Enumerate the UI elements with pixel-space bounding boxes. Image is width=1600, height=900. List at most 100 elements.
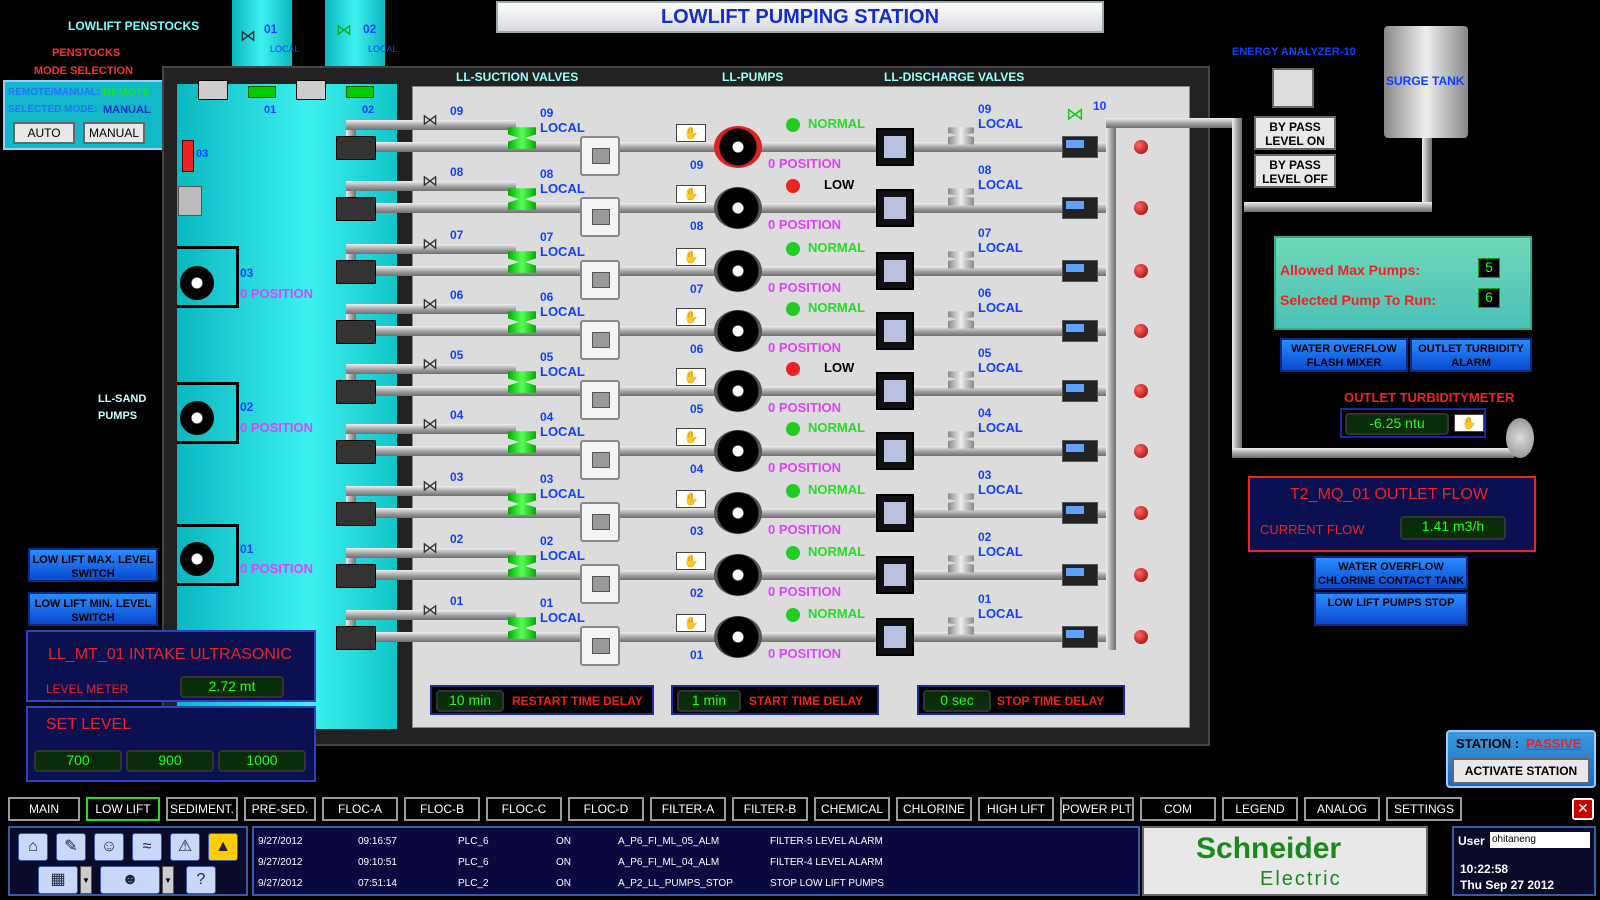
motor-control-box[interactable] [580, 380, 620, 420]
suction-motor[interactable] [336, 136, 376, 160]
tab-floc-a[interactable]: FLOC-A [322, 797, 398, 821]
small-valve-icon[interactable]: ⋈ [422, 294, 444, 314]
motor-control-box[interactable] [580, 320, 620, 360]
overflow-flash-mixer-button[interactable]: WATER OVERFLOW FLASH MIXER [1280, 338, 1408, 372]
low-lift-pumps-stop-button[interactable]: LOW LIFT PUMPS STOP [1314, 592, 1468, 626]
tab-power-plt[interactable]: POWER PLT [1060, 797, 1134, 821]
power-analyzer-icon[interactable] [1062, 197, 1098, 219]
suction-motor[interactable] [336, 320, 376, 344]
small-valve-icon[interactable]: ⋈ [422, 538, 444, 558]
pump-icon[interactable] [714, 430, 762, 472]
tab-pre-sed-[interactable]: PRE-SED. [244, 797, 316, 821]
pump-icon[interactable] [714, 187, 762, 229]
pump-icon[interactable] [714, 554, 762, 596]
chevron-down-icon[interactable]: ▼ [80, 866, 92, 894]
flow-meter-icon[interactable] [876, 312, 914, 350]
bypass-level-off[interactable]: BY PASS LEVEL OFF [1254, 154, 1336, 188]
sand-pump-02-icon[interactable] [180, 401, 214, 435]
suction-motor[interactable] [336, 502, 376, 526]
tab-floc-b[interactable]: FLOC-B [404, 797, 480, 821]
turbidity-hand-icon[interactable]: ✋ [1454, 414, 1484, 432]
penstock-motor-02[interactable] [296, 80, 326, 100]
hand-icon[interactable]: ✋ [676, 124, 706, 142]
suction-motor[interactable] [336, 197, 376, 221]
users-icon[interactable]: ☺ [94, 833, 124, 861]
trend-icon[interactable]: ≈ [132, 833, 162, 861]
warning-icon[interactable]: ▲ [208, 833, 238, 861]
sand-pump-01-icon[interactable] [180, 542, 214, 576]
bypass-level-on[interactable]: BY PASS LEVEL ON [1254, 116, 1336, 150]
pump-icon[interactable] [714, 310, 762, 352]
tab-filter-b[interactable]: FILTER-B [732, 797, 808, 821]
event-row[interactable]: 9/27/2012 07:51:14 PLC_2 ON A_P2_LL_PUMPS_ST… [254, 876, 1138, 894]
max-pumps-value[interactable]: 5 [1478, 258, 1500, 278]
restart-delay-value[interactable]: 10 min [436, 690, 504, 712]
motor-control-box[interactable] [580, 136, 620, 176]
selected-pump-value[interactable]: 6 [1478, 288, 1500, 308]
operators-icon[interactable]: ☻ [100, 866, 160, 894]
hand-icon[interactable]: ✋ [676, 428, 706, 446]
penstock-valve-icon-01[interactable]: ⋈ [240, 26, 256, 46]
penstock-gate-03[interactable] [182, 140, 194, 172]
suction-motor[interactable] [336, 260, 376, 284]
alarm-list-icon[interactable]: ⚠ [170, 833, 200, 861]
hand-icon[interactable]: ✋ [676, 614, 706, 632]
small-valve-icon[interactable]: ⋈ [422, 600, 444, 620]
tab-analog[interactable]: ANALOG [1304, 797, 1380, 821]
low-lift-max-level-switch[interactable]: LOW LIFT MAX. LEVEL SWITCH [28, 548, 158, 582]
flow-meter-icon[interactable] [876, 494, 914, 532]
power-analyzer-icon[interactable] [1062, 502, 1098, 524]
motor-control-box[interactable] [580, 564, 620, 604]
suction-motor[interactable] [336, 626, 376, 650]
penstock-motor-03[interactable] [178, 186, 202, 216]
power-analyzer-icon[interactable] [1062, 320, 1098, 342]
hand-icon[interactable]: ✋ [676, 185, 706, 203]
event-row[interactable]: 9/27/2012 09:16:57 PLC_6 ON A_P6_FI_ML_05_AL… [254, 834, 1138, 852]
tab-legend[interactable]: LEGEND [1222, 797, 1298, 821]
tab-chlorine[interactable]: CHLORINE [896, 797, 972, 821]
pump-icon[interactable] [714, 492, 762, 534]
low-lift-min-level-switch[interactable]: LOW LIFT MIN. LEVEL SWITCH [28, 592, 158, 626]
hand-icon[interactable]: ✋ [676, 248, 706, 266]
power-analyzer-icon[interactable] [1062, 440, 1098, 462]
flow-meter-icon[interactable] [876, 252, 914, 290]
flow-meter-icon[interactable] [876, 556, 914, 594]
small-valve-icon[interactable]: ⋈ [422, 476, 444, 496]
motor-control-box[interactable] [580, 626, 620, 666]
energy-analyzer-icon[interactable] [1272, 68, 1314, 108]
penstock-gate-02[interactable] [346, 86, 374, 98]
tab-main[interactable]: MAIN [8, 797, 80, 821]
outlet-turbidity-alarm-button[interactable]: OUTLET TURBIDITY ALARM [1410, 338, 1532, 372]
tab-floc-c[interactable]: FLOC-C [486, 797, 562, 821]
suction-motor[interactable] [336, 380, 376, 404]
user-field[interactable]: ohitaneng [1490, 832, 1590, 848]
overflow-chlorine-tank-button[interactable]: WATER OVERFLOW CHLORINE CONTACT TANK [1314, 556, 1468, 590]
event-row[interactable]: 9/27/2012 09:10:51 PLC_6 ON A_P6_FI_ML_04_AL… [254, 855, 1138, 873]
penstock-gate-01[interactable] [248, 86, 276, 98]
power-analyzer-icon[interactable] [1062, 260, 1098, 282]
power-analyzer-icon[interactable] [1062, 626, 1098, 648]
activate-station-button[interactable]: ACTIVATE STATION [1452, 758, 1590, 784]
pump-icon[interactable] [714, 250, 762, 292]
home-icon[interactable]: ⌂ [18, 833, 48, 861]
power-analyzer-icon[interactable] [1062, 136, 1098, 158]
small-valve-icon[interactable]: ⋈ [422, 171, 444, 191]
hand-icon[interactable]: ✋ [676, 490, 706, 508]
tab-low-lift[interactable]: LOW LIFT [86, 797, 160, 821]
flow-meter-icon[interactable] [876, 372, 914, 410]
flow-meter-icon[interactable] [876, 128, 914, 166]
small-valve-icon[interactable]: ⋈ [422, 354, 444, 374]
hand-icon[interactable]: ✋ [676, 368, 706, 386]
power-analyzer-icon[interactable] [1062, 564, 1098, 586]
tab-settings[interactable]: SETTINGS [1386, 797, 1462, 821]
discharge-valve-10-icon[interactable]: ⋈ [1066, 104, 1090, 126]
event-log[interactable]: 9/27/2012 09:16:57 PLC_6 ON A_P6_FI_ML_05_AL… [252, 826, 1140, 896]
small-valve-icon[interactable]: ⋈ [422, 414, 444, 434]
penstock-valve-icon-02[interactable]: ⋈ [336, 20, 352, 40]
set-level-input-1[interactable]: 700 [34, 750, 122, 772]
pump-icon[interactable] [714, 126, 762, 168]
set-level-input-3[interactable]: 1000 [218, 750, 306, 772]
flow-meter-icon[interactable] [876, 432, 914, 470]
pump-icon[interactable] [714, 370, 762, 412]
help-icon[interactable]: ? [186, 866, 216, 894]
